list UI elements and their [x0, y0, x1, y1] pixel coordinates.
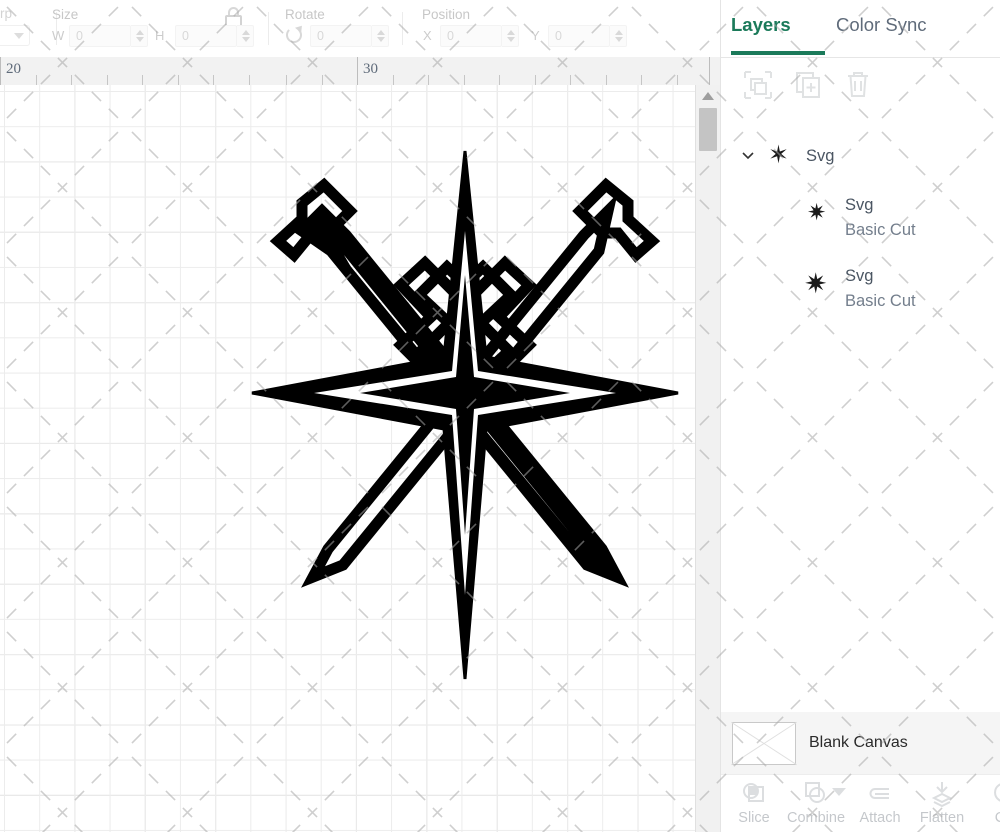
ruler-major-tick	[357, 57, 358, 85]
breadcrumb: rp	[0, 6, 13, 21]
contour-label: Co	[973, 810, 1000, 826]
active-tab-indicator	[731, 51, 825, 55]
scrollbar-thumb[interactable]	[699, 108, 717, 151]
width-input[interactable]: 0	[69, 25, 131, 47]
height-input[interactable]: 0	[175, 25, 237, 47]
width-label: W	[52, 28, 65, 43]
position-y-input[interactable]: 0	[548, 25, 610, 47]
flatten-label: Flatten	[919, 810, 965, 826]
panel-tabs: Layers Color Sync	[721, 0, 1000, 58]
layer-row-group[interactable]: ✶ Svg	[721, 140, 1000, 187]
toolbar-divider	[268, 12, 269, 45]
slice-icon	[737, 780, 771, 808]
layer-action-bar	[721, 58, 1000, 114]
caret-up-icon[interactable]	[702, 92, 714, 100]
blank-canvas-row[interactable]: Blank Canvas	[721, 712, 1000, 774]
crossed-swords-star-artwork[interactable]	[250, 145, 680, 685]
toolbar-group-size: Size W 0 H 0	[52, 0, 272, 57]
design-canvas[interactable]	[0, 85, 695, 832]
attach-label: Attach	[859, 810, 901, 826]
tab-layers[interactable]: Layers	[731, 14, 791, 36]
contour-icon	[987, 780, 1000, 808]
layer-subtitle: Basic Cut	[845, 292, 916, 310]
corner-dropdown[interactable]	[0, 25, 30, 46]
flatten-button[interactable]: Flatten	[911, 778, 973, 832]
horizontal-ruler[interactable]: 20 30	[0, 57, 720, 86]
toolbar-group-position: Position X 0 Y 0	[422, 0, 652, 57]
position-y-stepper[interactable]	[610, 25, 627, 47]
flatten-icon	[925, 780, 959, 808]
combine-button[interactable]: Combine	[785, 778, 847, 832]
combine-label: Combine	[786, 810, 846, 826]
position-x-input[interactable]: 0	[440, 25, 502, 47]
group-icon[interactable]	[741, 68, 775, 102]
layer-thumbnail: ✶	[768, 140, 789, 169]
width-stepper[interactable]	[131, 25, 148, 47]
attach-button[interactable]: Attach	[849, 778, 911, 832]
height-label: H	[155, 28, 165, 43]
layer-row-child[interactable]: ✷ Svg Basic Cut	[721, 267, 1000, 327]
attach-icon	[863, 780, 897, 808]
toolbar-group-rotate: Rotate 0	[285, 0, 415, 57]
position-y-label: Y	[531, 28, 540, 43]
position-x-stepper[interactable]	[502, 25, 519, 47]
chevron-down-icon[interactable]	[832, 788, 846, 796]
slice-label: Slice	[738, 810, 770, 826]
layer-thumbnail: ✷	[804, 267, 828, 300]
bottom-tool-bar: Slice Combine Attach Flatten	[721, 774, 1000, 832]
toolbar-divider	[402, 12, 403, 45]
delete-icon[interactable]	[841, 68, 875, 102]
rotate-stepper[interactable]	[372, 25, 389, 47]
rotate-label: Rotate	[285, 7, 325, 22]
size-label: Size	[52, 7, 79, 22]
height-stepper[interactable]	[237, 25, 254, 47]
blank-canvas-thumbnail	[731, 721, 797, 766]
layer-title: Svg	[845, 267, 874, 285]
combine-icon	[799, 780, 833, 808]
blank-canvas-label: Blank Canvas	[809, 734, 908, 751]
slice-button[interactable]: Slice	[723, 778, 785, 832]
layer-row-child[interactable]: ✷ Svg Basic Cut	[721, 196, 1000, 256]
layer-thumbnail: ✷	[807, 200, 827, 226]
canvas-vertical-scrollbar[interactable]	[695, 85, 720, 832]
rotate-input[interactable]: 0	[310, 25, 372, 47]
tab-color-sync[interactable]: Color Sync	[836, 14, 926, 36]
duplicate-icon[interactable]	[791, 68, 825, 102]
layer-title: Svg	[806, 147, 835, 165]
layer-title: Svg	[845, 196, 874, 214]
top-toolbar: rp Size W 0 H 0 Rotate 0 Position X 0 Y …	[0, 0, 720, 58]
ruler-label: 20	[6, 61, 21, 77]
rotate-icon[interactable]	[285, 23, 305, 46]
layer-list: ✶ Svg ✷ Svg Basic Cut ✷ Svg Basic Cut	[721, 122, 1000, 702]
ruler-label: 30	[363, 61, 378, 77]
layer-subtitle: Basic Cut	[845, 221, 916, 239]
ruler-major-tick	[0, 57, 1, 85]
right-panel: Layers Color Sync ✶ Svg ✷ Svg Basic Cut …	[720, 0, 1000, 832]
chevron-down-icon	[14, 33, 24, 39]
chevron-down-icon[interactable]	[741, 148, 755, 162]
position-label: Position	[422, 7, 471, 22]
position-x-label: X	[423, 28, 432, 43]
app-root: rp Size W 0 H 0 Rotate 0 Position X 0 Y …	[0, 0, 1000, 832]
contour-button[interactable]: Co	[973, 778, 1000, 832]
ruler-major-tick	[709, 57, 710, 85]
